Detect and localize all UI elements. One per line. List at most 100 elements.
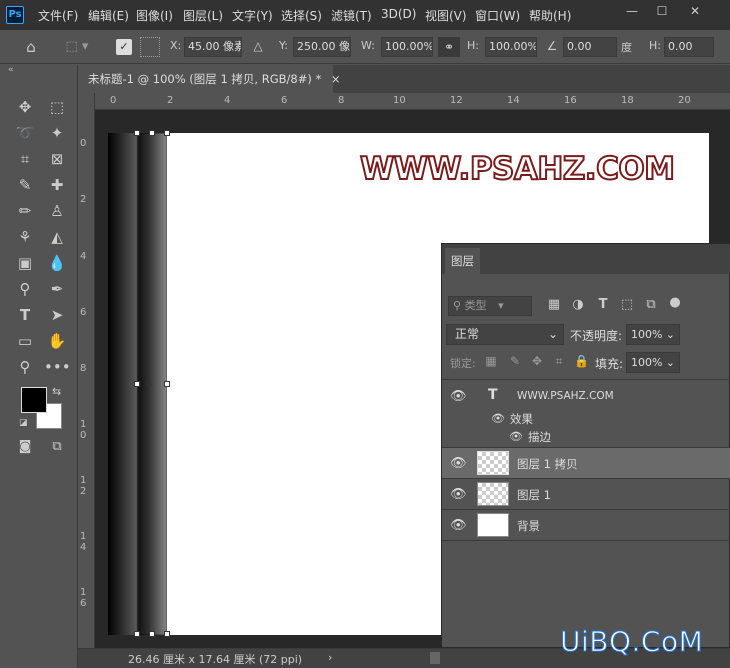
menu-3d[interactable]: 3D(D) [381,7,416,21]
transform-handle[interactable] [164,130,170,136]
visibility-eye-icon[interactable]: 👁 [450,456,467,471]
layer-name[interactable]: 背景 [517,518,540,534]
transform-handle[interactable] [164,631,170,637]
history-brush-tool-icon[interactable]: ⚘ [12,225,38,249]
marquee-tool-icon[interactable]: ⬚ [44,95,70,119]
collapse-icon[interactable]: « [8,65,14,75]
layer-row-text[interactable]: 👁 T WWW.PSAHZ.COM 👁 效果 👁 描边 [442,380,730,448]
restore-button[interactable]: ☐ [647,0,677,22]
menu-image[interactable]: 图像(I) [136,7,173,24]
blend-mode-select[interactable]: 正常 ⌄ [446,324,564,345]
filter-pixel-icon[interactable]: ▦ [546,297,562,312]
lock-artboard-icon[interactable]: ⌗ [552,354,566,369]
stroke-effect-label[interactable]: 描边 [528,429,551,445]
brush-tool-icon[interactable]: ✏ [12,199,38,223]
minimize-button[interactable]: — [617,0,647,22]
foreground-color-swatch[interactable] [21,387,47,413]
lock-all-icon[interactable]: 🔒 [574,354,589,368]
screen-mode-icon[interactable]: ⧉ [44,435,70,459]
lock-transparent-icon[interactable]: ▦ [484,354,498,368]
transform-handle[interactable] [149,130,155,136]
filter-adjustment-icon[interactable]: ◑ [570,297,586,312]
filter-shape-icon[interactable]: ⬚ [619,297,635,312]
canvas-text-layer[interactable]: WWW.PSAHZ.COM [359,150,676,188]
menu-help[interactable]: 帮助(H) [529,7,571,24]
opacity-field[interactable]: 100% ⌄ [626,324,680,345]
magic-wand-tool-icon[interactable]: ✦ [44,121,70,145]
photoshop-logo-icon[interactable]: Ps [6,6,24,24]
filter-type-icon[interactable]: T [595,297,611,312]
filter-toggle-icon[interactable]: ● [668,295,682,310]
frame-tool-icon[interactable]: ⊠ [44,147,70,171]
delta-icon[interactable]: △ [251,39,265,53]
menu-type[interactable]: 文字(Y) [232,7,273,24]
visibility-eye-icon[interactable]: 👁 [450,389,467,404]
horizontal-scrollbar[interactable] [430,652,440,664]
status-menu-arrow[interactable]: › [328,651,332,664]
layer-name[interactable]: WWW.PSAHZ.COM [517,390,614,402]
hand-tool-icon[interactable]: ✋ [44,329,70,353]
horizontal-ruler[interactable]: 0 2 4 6 8 10 12 14 16 18 20 [93,93,730,110]
transform-handle[interactable] [134,130,140,136]
transform-handle[interactable] [164,381,170,387]
move-tool-icon[interactable]: ✥ [12,95,38,119]
transform-center-icon[interactable]: ⌖ [146,377,153,392]
type-tool-icon[interactable]: T [12,303,38,327]
layer-name[interactable]: 图层 1 [517,487,551,503]
angle-field[interactable]: 0.00 [563,37,617,57]
default-colors-icon[interactable]: ◪ [19,418,28,428]
eyedropper-tool-icon[interactable]: ✎ [12,173,38,197]
dodge-tool-icon[interactable]: ⚲ [12,277,38,301]
x-field[interactable]: 45.00 像素 [184,37,242,57]
rectangle-tool-icon[interactable]: ▭ [12,329,38,353]
layer-filter-select[interactable]: ⚲ 类型 ▾ [448,296,532,316]
crop-tool-icon[interactable]: ⌗ [12,147,38,171]
tab-close-button[interactable]: × [331,72,341,86]
transform-handle[interactable] [134,631,140,637]
height-field[interactable]: 100.00% [485,37,537,57]
menu-file[interactable]: 文件(F) [38,7,78,24]
blur-tool-icon[interactable]: 💧 [44,251,70,275]
link-icon[interactable]: ⚭ [438,37,460,57]
visibility-eye-icon[interactable]: 👁 [450,487,467,502]
transform-handle[interactable] [149,631,155,637]
clone-stamp-tool-icon[interactable]: ♙ [44,199,70,223]
lasso-tool-icon[interactable]: ➰ [12,121,38,145]
close-window-button[interactable]: ✕ [680,0,710,22]
eraser-tool-icon[interactable]: ◭ [44,225,70,249]
layer-row-selected[interactable]: 👁 图层 1 拷贝 [442,448,730,479]
menu-view[interactable]: 视图(V) [425,7,467,24]
lock-pixels-icon[interactable]: ✎ [508,354,522,368]
healing-brush-tool-icon[interactable]: ✚ [44,173,70,197]
visibility-eye-icon[interactable]: 👁 [509,430,523,443]
document-tab[interactable]: 未标题-1 @ 100% (图层 1 拷贝, RGB/8#) * × [78,65,341,93]
filter-smart-object-icon[interactable]: ⧉ [643,297,659,312]
layers-tab[interactable]: 图层 [445,248,480,274]
layer-row-background[interactable]: 👁 背景 [442,510,730,541]
y-field[interactable]: 250.00 像素 [293,37,351,57]
checkbox-icon[interactable]: ✓ [116,39,132,55]
visibility-eye-icon[interactable]: 👁 [491,412,505,425]
swap-colors-icon[interactable]: ⇆ [52,385,61,398]
h-skew-field[interactable]: 0.00 [664,37,714,57]
menu-edit[interactable]: 编辑(E) [88,7,129,24]
width-field[interactable]: 100.00% [381,37,433,57]
transform-handle[interactable] [134,381,140,387]
menu-layer[interactable]: 图层(L) [183,7,223,24]
visibility-eye-icon[interactable]: 👁 [450,518,467,533]
gradient-tool-icon[interactable]: ▣ [12,251,38,275]
fill-field[interactable]: 100% ⌄ [626,352,680,373]
menu-window[interactable]: 窗口(W) [475,7,520,24]
lock-position-icon[interactable]: ✥ [530,354,544,368]
path-selection-tool-icon[interactable]: ➤ [44,303,70,327]
menu-select[interactable]: 选择(S) [281,7,322,24]
menu-filter[interactable]: 滤镜(T) [331,7,372,24]
zoom-tool-icon[interactable]: ⚲ [12,355,38,379]
reference-point-icon[interactable] [140,37,160,57]
layer-name[interactable]: 图层 1 拷贝 [517,456,578,472]
pen-tool-icon[interactable]: ✒ [44,277,70,301]
move-tool-options-icon[interactable]: ⬚ ▾ [60,37,94,57]
quick-mask-icon[interactable]: ◙ [12,435,38,459]
layer-row[interactable]: 👁 图层 1 [442,479,730,510]
home-icon[interactable]: ⌂ [20,37,42,57]
